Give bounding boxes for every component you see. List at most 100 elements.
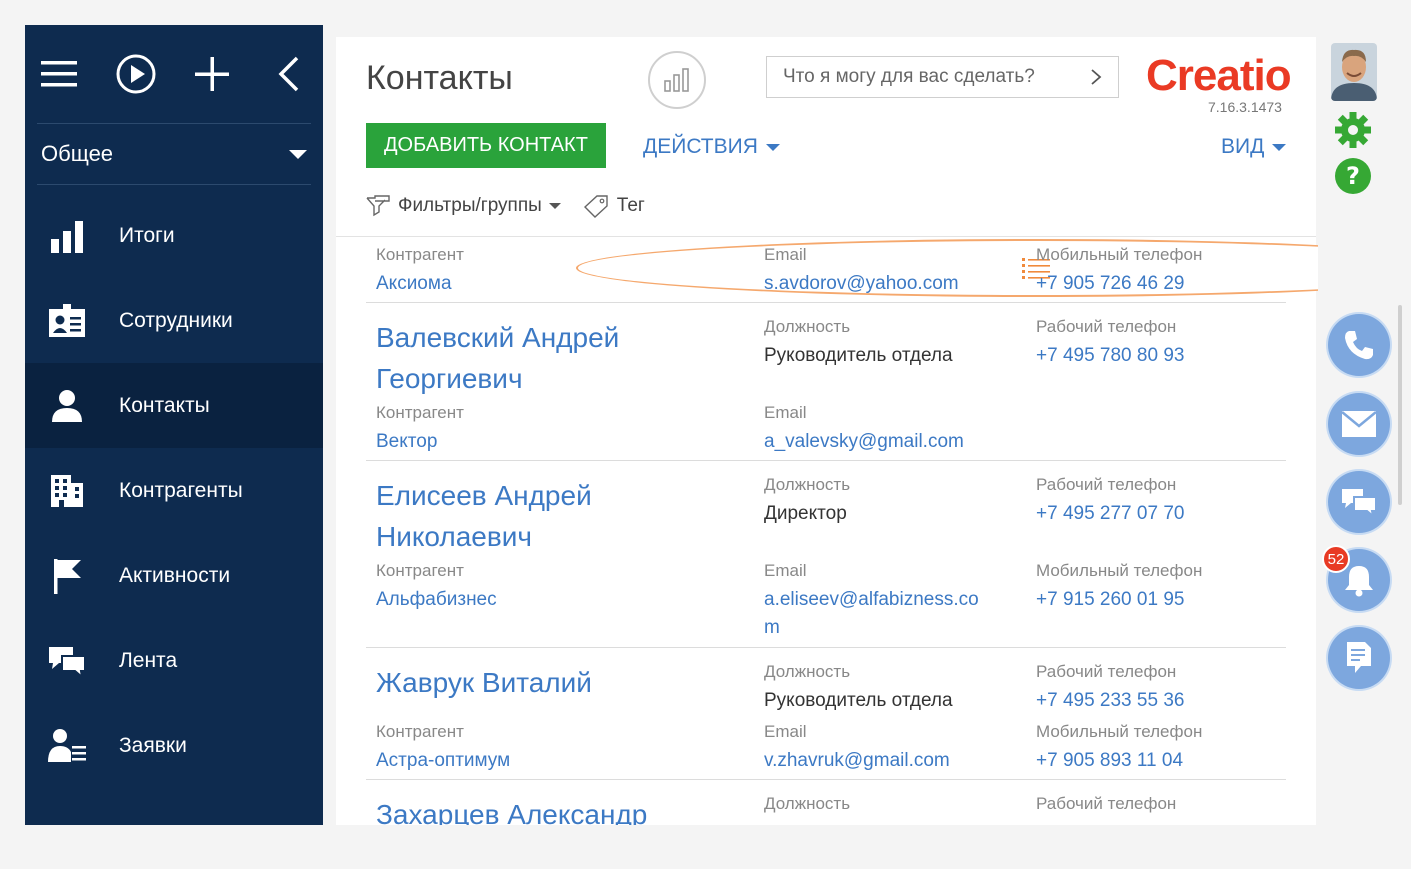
collapse-sidebar-button[interactable] <box>267 52 311 96</box>
field-label: Должность <box>764 662 851 681</box>
notification-count-badge: 52 <box>1322 545 1350 573</box>
mobile-phone-cell: Мобильный телефон +7 915 260 01 95 <box>1036 561 1202 611</box>
tag-icon <box>583 195 608 218</box>
chat-icon <box>1342 489 1377 517</box>
settings-button[interactable] <box>1334 111 1372 154</box>
email-link[interactable]: a_valevsky@gmail.com <box>764 431 964 453</box>
sidebar-item-dashboards[interactable]: Итоги <box>25 193 323 278</box>
field-label: Email <box>764 722 807 741</box>
org-link[interactable]: Альфабизнес <box>376 589 497 611</box>
creatio-logo: Creatio <box>1146 51 1292 100</box>
person-icon <box>47 386 87 426</box>
phone-link[interactable]: +7 495 277 07 70 <box>1036 503 1184 525</box>
phone-link[interactable]: +7 915 260 01 95 <box>1036 589 1202 611</box>
work-phone-cell: Рабочий телефон <box>1036 794 1176 814</box>
sidebar-toolbar <box>25 25 323 123</box>
field-label: Должность <box>764 794 851 813</box>
email-button[interactable] <box>1328 393 1390 455</box>
bell-icon <box>1345 566 1373 597</box>
sidebar-item-contacts[interactable]: Контакты <box>25 363 323 448</box>
org-link[interactable]: Аксиома <box>376 273 464 295</box>
add-contact-button[interactable]: ДОБАВИТЬ КОНТАКТ <box>366 123 606 168</box>
email-link[interactable]: a.eliseev@alfabizness.co m <box>764 589 979 639</box>
email-cell: Email s.avdorov@yahoo.com <box>764 245 959 295</box>
phone-button[interactable] <box>1328 314 1390 376</box>
org-cell: Контрагент Вектор <box>376 403 464 453</box>
org-link[interactable]: Астра-оптимум <box>376 750 510 772</box>
field-label: Мобильный телефон <box>1036 245 1203 264</box>
field-label: Должность <box>764 317 851 336</box>
building-icon <box>47 471 87 511</box>
bar-chart-icon <box>664 68 689 92</box>
actions-menu-button[interactable]: ДЕЙСТВИЯ <box>643 135 780 159</box>
tasks-button[interactable] <box>1328 627 1390 689</box>
sidebar-item-accounts[interactable]: Контрагенты <box>25 448 323 533</box>
field-label: Email <box>764 245 807 264</box>
contact-name-link[interactable]: Елисеев Андрей Николаевич <box>376 475 592 557</box>
page-title: Контакты <box>366 59 513 97</box>
email-line: m <box>764 617 780 638</box>
workplace-selector[interactable]: Общее <box>37 123 311 185</box>
flag-icon <box>47 556 87 596</box>
phone-link[interactable]: +7 905 893 11 04 <box>1036 750 1202 772</box>
analytics-view-button[interactable] <box>648 51 706 109</box>
position-cell: Должность Руководитель отдела <box>764 317 953 367</box>
email-cell: Email v.zhavruk@gmail.com <box>764 722 950 772</box>
list-item[interactable]: Валевский Андрей Георгиевич Должность Ру… <box>366 303 1286 461</box>
mobile-phone-cell: Мобильный телефон +7 905 893 11 04 <box>1036 722 1202 772</box>
list-item[interactable]: Елисеев Андрей Николаевич Должность Дире… <box>366 461 1286 648</box>
name-line: Георгиевич <box>376 363 523 394</box>
field-label: Рабочий телефон <box>1036 317 1177 336</box>
contact-name-link[interactable]: Валевский Андрей Георгиевич <box>376 317 619 399</box>
command-line-input[interactable]: Что я могу для вас сделать? <box>766 56 1119 98</box>
field-label: Мобильный телефон <box>1036 722 1203 741</box>
tag-label: Тег <box>616 195 645 216</box>
position-value: Руководитель отдела <box>764 345 953 366</box>
sidebar-item-employees[interactable]: Сотрудники <box>25 278 323 363</box>
processes-button[interactable] <box>114 52 158 96</box>
chat-icon <box>47 641 87 681</box>
scrollbar[interactable] <box>1398 305 1402 505</box>
sidebar-item-feed[interactable]: Лента <box>25 618 323 703</box>
chevron-left-icon <box>278 56 299 92</box>
phone-link[interactable]: +7 495 780 80 93 <box>1036 345 1184 367</box>
workplace-label: Общее <box>41 141 114 166</box>
avatar[interactable] <box>1331 43 1377 101</box>
work-phone-cell: Рабочий телефон +7 495 277 07 70 <box>1036 475 1184 525</box>
org-cell: Контрагент Альфабизнес <box>376 561 497 611</box>
contact-name-link[interactable]: Жаврук Виталий <box>376 662 592 703</box>
phone-link[interactable]: +7 495 233 55 36 <box>1036 690 1184 712</box>
list-item[interactable]: Контрагент Аксиома Email s.avdorov@yahoo… <box>366 239 1286 303</box>
add-button[interactable] <box>190 52 234 96</box>
view-menu-button[interactable]: ВИД <box>1221 135 1287 159</box>
position-value: Руководитель отдела <box>764 690 953 711</box>
email-cell: Email a_valevsky@gmail.com <box>764 403 964 453</box>
email-cell: Email a.eliseev@alfabizness.co m <box>764 561 979 639</box>
sidebar-item-requests[interactable]: Заявки <box>25 703 323 788</box>
list-item[interactable]: Захарцев Александр Должность Рабочий тел… <box>366 780 1286 825</box>
phone-link[interactable]: +7 905 726 46 29 <box>1036 273 1202 295</box>
name-line: Елисеев Андрей <box>376 480 592 511</box>
email-link[interactable]: s.avdorov@yahoo.com <box>764 273 959 295</box>
contact-name-link[interactable]: Захарцев Александр <box>376 794 647 825</box>
org-link[interactable]: Вектор <box>376 431 464 453</box>
sidebar-item-label: Контакты <box>119 393 210 417</box>
chevron-down-icon <box>289 149 307 159</box>
chevron-down-icon <box>1272 143 1287 151</box>
messages-button[interactable] <box>1328 471 1390 533</box>
envelope-icon <box>1341 411 1377 437</box>
section-header: Контакты Что я могу для вас сделать? Cre… <box>336 37 1411 297</box>
sidebar-item-activities[interactable]: Активности <box>25 533 323 618</box>
plus-icon <box>195 57 230 91</box>
sidebar-item-label: Сотрудники <box>119 308 233 332</box>
filters-groups-button[interactable]: Фильтры/группы <box>366 195 561 217</box>
help-button[interactable]: ? <box>1334 157 1372 200</box>
tag-button[interactable]: Тег <box>583 194 645 218</box>
email-link[interactable]: v.zhavruk@gmail.com <box>764 750 950 772</box>
menu-button[interactable] <box>37 52 81 96</box>
phone-cell: Мобильный телефон +7 905 726 46 29 <box>1036 245 1202 295</box>
help-icon: ? <box>1335 158 1371 194</box>
sidebar-item-label: Активности <box>119 563 231 587</box>
list-item[interactable]: Жаврук Виталий Должность Руководитель от… <box>366 648 1286 780</box>
position-cell: Должность Руководитель отдела <box>764 662 953 712</box>
